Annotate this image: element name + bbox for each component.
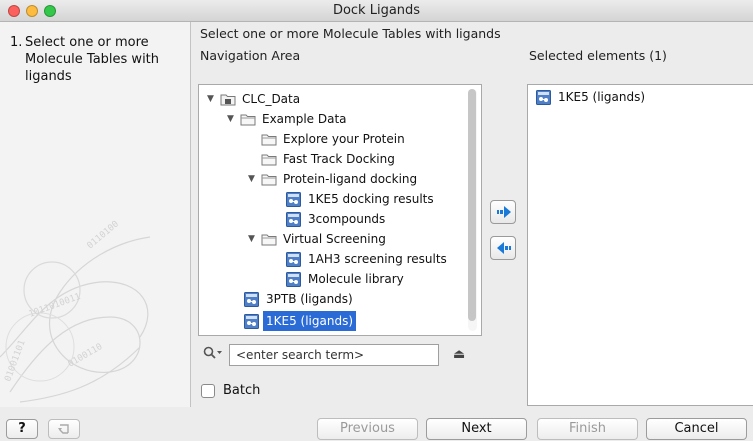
- tree-item-1ke5-ligands[interactable]: 1KE5 (ligands): [199, 311, 459, 331]
- folder-icon: [261, 154, 277, 166]
- tree-item-explore-your-protein[interactable]: Explore your Protein: [199, 129, 459, 149]
- batch-checkbox[interactable]: [201, 384, 215, 398]
- molecule-table-icon: [286, 192, 301, 207]
- tree-item-3ptb-ligands[interactable]: 3PTB (ligands): [199, 289, 459, 309]
- tree-item-label: 3compounds: [308, 212, 386, 226]
- folder-icon: [261, 134, 277, 146]
- molecule-table-icon: [244, 314, 259, 329]
- tree-item-label: Fast Track Docking: [283, 152, 395, 166]
- selected-item-label: 1KE5 (ligands): [558, 90, 646, 104]
- tree-item-clc-data[interactable]: ▼ CLC_Data: [199, 89, 459, 109]
- svg-text:1011010011: 1011010011: [28, 292, 82, 320]
- tree-item-molecule-library[interactable]: Molecule library: [199, 269, 459, 289]
- molecule-table-icon: [286, 252, 301, 267]
- next-button[interactable]: Next: [426, 418, 527, 440]
- tree-item-label: 1KE5 (ligands): [263, 311, 357, 331]
- finish-button[interactable]: Finish: [537, 418, 638, 440]
- tree-item-label: 3PTB (ligands): [266, 292, 353, 306]
- wizard-button-bar: ? Previous Next Finish Cancel: [0, 407, 753, 441]
- remove-from-selected-button[interactable]: [490, 236, 516, 260]
- disclosure-expanded-icon[interactable]: ▼: [248, 229, 255, 249]
- tree-item-label: 1KE5 docking results: [308, 192, 434, 206]
- tree-item-3compounds[interactable]: 3compounds: [199, 209, 459, 229]
- database-folder-icon: [220, 94, 236, 106]
- tree-item-virtual-screening[interactable]: ▼ Virtual Screening: [199, 229, 459, 249]
- tree-item-label: Explore your Protein: [283, 132, 405, 146]
- selected-elements-heading: Selected elements (1): [529, 48, 667, 63]
- disclosure-expanded-icon[interactable]: ▼: [227, 109, 234, 129]
- molecule-table-icon: [244, 292, 259, 307]
- molecule-table-icon: [286, 212, 301, 227]
- disclosure-expanded-icon[interactable]: ▼: [207, 89, 214, 109]
- reset-icon: [58, 424, 69, 434]
- folder-icon: [261, 174, 277, 186]
- tree-item-label: 1AH3 screening results: [308, 252, 447, 266]
- tree-item-fast-track-docking[interactable]: Fast Track Docking: [199, 149, 459, 169]
- tree-item-protein-ligand-docking[interactable]: ▼ Protein-ligand docking: [199, 169, 459, 189]
- search-bar: ⏏: [199, 340, 483, 368]
- tree-item-label: Molecule library: [308, 272, 404, 286]
- wizard-step-1: 1. Select one or more Molecule Tables wi…: [10, 34, 186, 85]
- step-number: 1.: [10, 35, 23, 50]
- instruction-text: Select one or more Molecule Tables with …: [200, 26, 501, 41]
- selected-elements-list[interactable]: 1KE5 (ligands): [527, 84, 753, 406]
- search-icon[interactable]: [203, 346, 223, 360]
- help-button[interactable]: ?: [6, 419, 38, 439]
- cancel-button[interactable]: Cancel: [646, 418, 747, 440]
- step-label: Select one or more Molecule Tables with …: [25, 35, 160, 84]
- tree-item-1ke5-docking-results[interactable]: 1KE5 docking results: [199, 189, 459, 209]
- wizard-steps-panel: 1. Select one or more Molecule Tables wi…: [0, 22, 191, 407]
- disclosure-expanded-icon[interactable]: ▼: [248, 169, 255, 189]
- arrow-right-icon: [497, 206, 511, 218]
- molecule-table-icon: [536, 90, 551, 105]
- tree-item-label: Protein-ligand docking: [283, 172, 418, 186]
- tree-scrollbar-thumb[interactable]: [468, 89, 476, 321]
- add-to-selected-button[interactable]: [490, 200, 516, 224]
- previous-button[interactable]: Previous: [317, 418, 418, 440]
- title-bar: Dock Ligands: [0, 0, 753, 22]
- window-title: Dock Ligands: [332, 3, 421, 18]
- clc-logo-decoration: 0110100 01001101 1011010011 0100110: [0, 219, 151, 403]
- molecule-table-icon: [286, 272, 301, 287]
- batch-label: Batch: [223, 383, 261, 398]
- navigation-area-tree[interactable]: ▼ CLC_Data ▼ Example Data Explore your P…: [198, 84, 482, 336]
- tree-item-label: Virtual Screening: [283, 232, 386, 246]
- svg-text:0100110: 0100110: [67, 342, 105, 370]
- tree-item-1ah3-screening-results[interactable]: 1AH3 screening results: [199, 249, 459, 269]
- folder-icon: [261, 234, 277, 246]
- tree-item-example-data[interactable]: ▼ Example Data: [199, 109, 459, 129]
- selected-item-1ke5-ligands[interactable]: 1KE5 (ligands): [536, 87, 746, 107]
- search-input[interactable]: [229, 344, 439, 366]
- arrow-left-icon: [497, 242, 511, 254]
- tree-item-label: Example Data: [262, 112, 347, 126]
- navigation-area-heading: Navigation Area: [200, 48, 301, 63]
- folder-icon: [240, 114, 256, 126]
- tree-item-label: CLC_Data: [242, 92, 301, 106]
- eject-icon[interactable]: ⏏: [453, 347, 465, 362]
- reset-button[interactable]: [48, 419, 80, 439]
- svg-text:01001101: 01001101: [3, 339, 27, 383]
